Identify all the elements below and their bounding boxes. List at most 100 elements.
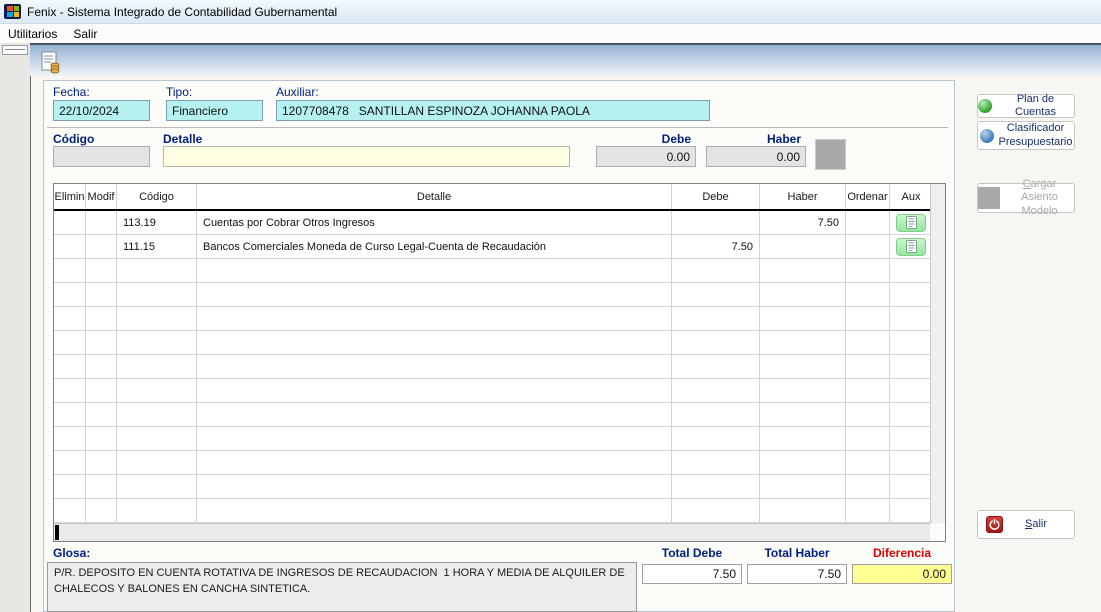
table-cell [86,283,117,307]
title-bar[interactable]: Fenix - Sistema Integrado de Contabilida… [0,0,1101,24]
header-codigo[interactable]: Código [117,184,197,209]
table-cell [54,475,86,499]
table-cell [890,331,932,355]
table-cell [890,259,932,283]
table-cell [117,355,197,379]
gray-square-icon [978,187,1000,209]
cell-detalle: Bancos Comerciales Moneda de Curso Legal… [197,235,672,259]
table-cell [760,379,846,403]
search-account-button[interactable] [815,139,846,170]
salir-label: Salir [1025,518,1047,531]
table-row-empty[interactable] [54,307,932,331]
auxiliar-input[interactable]: 1207708478 SANTILLAN ESPINOZA JOHANNA PA… [276,100,710,121]
table-row[interactable]: 111.15 Bancos Comerciales Moneda de Curs… [54,235,932,259]
cell-modif[interactable] [86,235,117,259]
table-cell [86,355,117,379]
table-row-empty[interactable] [54,427,932,451]
cell-ordenar[interactable] [846,235,890,259]
table-cell [760,475,846,499]
cargar-asiento-label: Cargar Asiento Modelo [1005,178,1074,218]
table-cell [86,259,117,283]
salir-button[interactable]: Salir [977,510,1075,539]
cell-ordenar[interactable] [846,211,890,235]
debe-input[interactable]: 0.00 [596,146,696,167]
fecha-input[interactable]: 22/10/2024 [53,100,150,121]
table-cell [672,283,760,307]
aux-detail-button[interactable] [896,214,926,232]
table-cell [117,427,197,451]
table-cell [86,451,117,475]
new-entry-document-icon[interactable] [41,51,62,77]
table-cell [197,331,672,355]
table-cell [760,451,846,475]
table-cell [117,403,197,427]
table-cell [197,355,672,379]
window-title: Fenix - Sistema Integrado de Contabilida… [27,5,337,19]
table-vertical-scrollbar[interactable] [930,184,945,523]
table-row-empty[interactable] [54,451,932,475]
header-modif[interactable]: Modif [86,184,117,209]
table-row-empty[interactable] [54,355,932,379]
table-cell [760,427,846,451]
table-horizontal-scrollbar[interactable] [54,523,932,541]
cell-debe [672,211,760,235]
toolbar [30,43,1101,76]
header-ordenar[interactable]: Ordenar [846,184,890,209]
separator-line [47,127,948,128]
table-row-empty[interactable] [54,499,932,523]
haber-input[interactable]: 0.00 [706,146,806,167]
table-cell [197,403,672,427]
header-elimin[interactable]: Elimin [54,184,86,209]
table-cell [117,259,197,283]
plan-de-cuentas-button[interactable]: Plan de Cuentas [977,94,1075,118]
header-detalle[interactable]: Detalle [197,184,672,209]
table-cell [86,475,117,499]
scrollbar-thumb[interactable] [55,525,59,540]
table-cell [846,355,890,379]
diferencia-field: 0.00 [852,564,952,584]
table-row-empty[interactable] [54,259,932,283]
cell-haber [760,235,846,259]
table-cell [760,403,846,427]
table-cell [760,355,846,379]
codigo-label: Código [53,132,94,146]
table-cell [54,499,86,523]
table-cell [86,403,117,427]
clasificador-presupuestario-button[interactable]: Clasificador Presupuestario [977,121,1075,150]
table-cell [197,427,672,451]
tipo-input[interactable]: Financiero [166,100,263,121]
detalle-input[interactable] [163,146,570,167]
cell-elimin[interactable] [54,211,86,235]
cell-modif[interactable] [86,211,117,235]
cell-elimin[interactable] [54,235,86,259]
minimized-window-grip[interactable] [2,45,28,55]
table-row-empty[interactable] [54,379,932,403]
cell-codigo: 113.19 [117,211,197,235]
table-row-empty[interactable] [54,403,932,427]
aux-detail-button[interactable] [896,238,926,256]
table-cell [672,307,760,331]
aux-document-icon [906,240,917,253]
fecha-label: Fecha: [53,85,90,99]
auxiliar-label: Auxiliar: [276,85,319,99]
table-cell [760,283,846,307]
table-cell [672,403,760,427]
header-aux[interactable]: Aux [890,184,932,209]
table-row-empty[interactable] [54,475,932,499]
table-cell [890,427,932,451]
table-row-empty[interactable] [54,331,932,355]
table-cell [197,307,672,331]
table-cell [890,475,932,499]
cell-haber: 7.50 [760,211,846,235]
diferencia-label: Diferencia [852,546,952,560]
codigo-input[interactable] [53,146,150,167]
menu-salir[interactable]: Salir [65,25,105,43]
header-haber[interactable]: Haber [760,184,846,209]
debe-label: Debe [596,132,691,146]
header-debe[interactable]: Debe [672,184,760,209]
table-row[interactable]: 113.19 Cuentas por Cobrar Otros Ingresos… [54,211,932,235]
table-cell [117,331,197,355]
glosa-textarea[interactable]: P/R. DEPOSITO EN CUENTA ROTATIVA DE INGR… [47,562,637,612]
menu-utilitarios[interactable]: Utilitarios [0,25,65,43]
table-row-empty[interactable] [54,283,932,307]
